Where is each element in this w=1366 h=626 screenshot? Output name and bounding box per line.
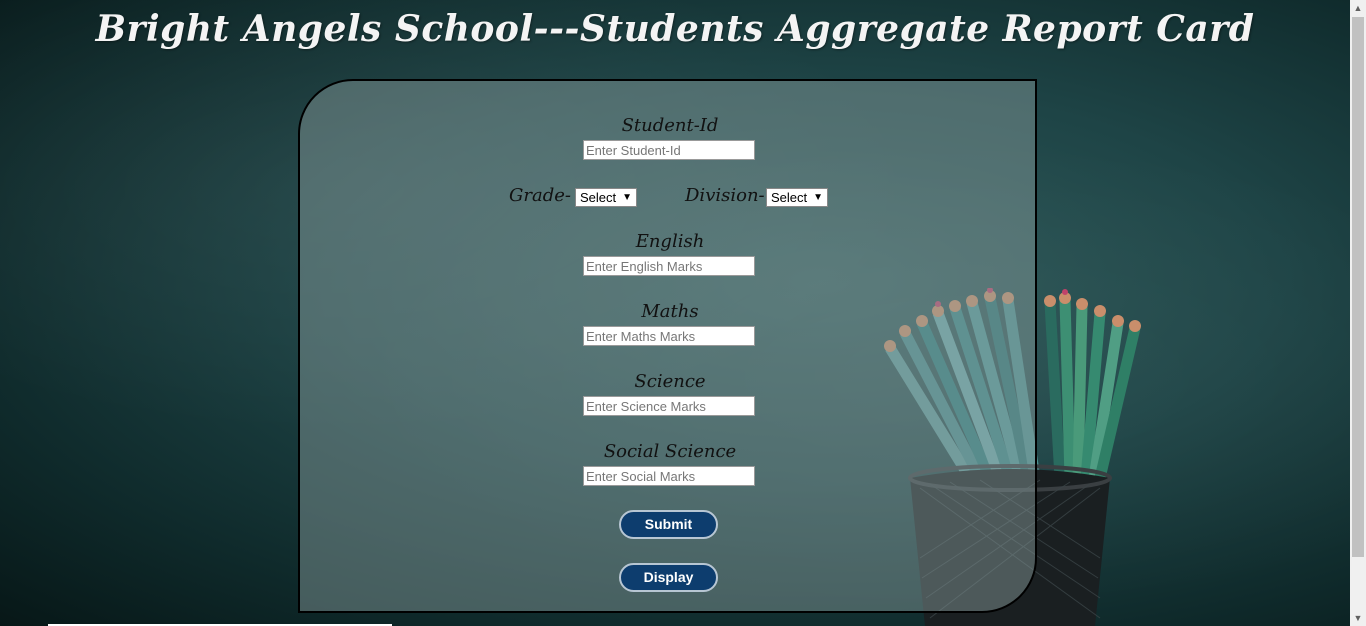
display-button[interactable]: Display bbox=[619, 563, 718, 592]
science-label: Science bbox=[634, 371, 706, 392]
report-form-card: Student-Id Grade- Select ▼ Division- Sel… bbox=[298, 79, 1037, 613]
arrow-up-icon[interactable]: ▲ bbox=[1350, 0, 1366, 16]
vertical-scrollbar[interactable]: ▲ ▼ bbox=[1350, 0, 1366, 626]
scrollbar-thumb[interactable] bbox=[1352, 17, 1364, 557]
chevron-down-icon: ▼ bbox=[622, 192, 633, 203]
division-select-value: Select bbox=[771, 190, 808, 205]
grade-label: Grade- bbox=[509, 185, 571, 206]
english-marks-input[interactable] bbox=[583, 256, 755, 276]
student-id-label: Student-Id bbox=[621, 115, 719, 136]
grade-select[interactable]: Select ▼ bbox=[575, 188, 637, 207]
maths-marks-input[interactable] bbox=[583, 326, 755, 346]
social-science-label: Social Science bbox=[603, 441, 737, 462]
arrow-down-icon[interactable]: ▼ bbox=[1350, 610, 1366, 626]
grade-select-value: Select bbox=[580, 190, 617, 205]
english-label: English bbox=[635, 231, 705, 252]
submit-button[interactable]: Submit bbox=[619, 510, 718, 539]
maths-label: Maths bbox=[641, 301, 699, 322]
student-id-input[interactable] bbox=[583, 140, 755, 160]
page-title: Bright Angels School---Students Aggregat… bbox=[95, 8, 1255, 50]
division-select[interactable]: Select ▼ bbox=[766, 188, 828, 207]
chevron-down-icon: ▼ bbox=[813, 192, 824, 203]
science-marks-input[interactable] bbox=[583, 396, 755, 416]
social-marks-input[interactable] bbox=[583, 466, 755, 486]
division-label: Division- bbox=[685, 185, 765, 206]
